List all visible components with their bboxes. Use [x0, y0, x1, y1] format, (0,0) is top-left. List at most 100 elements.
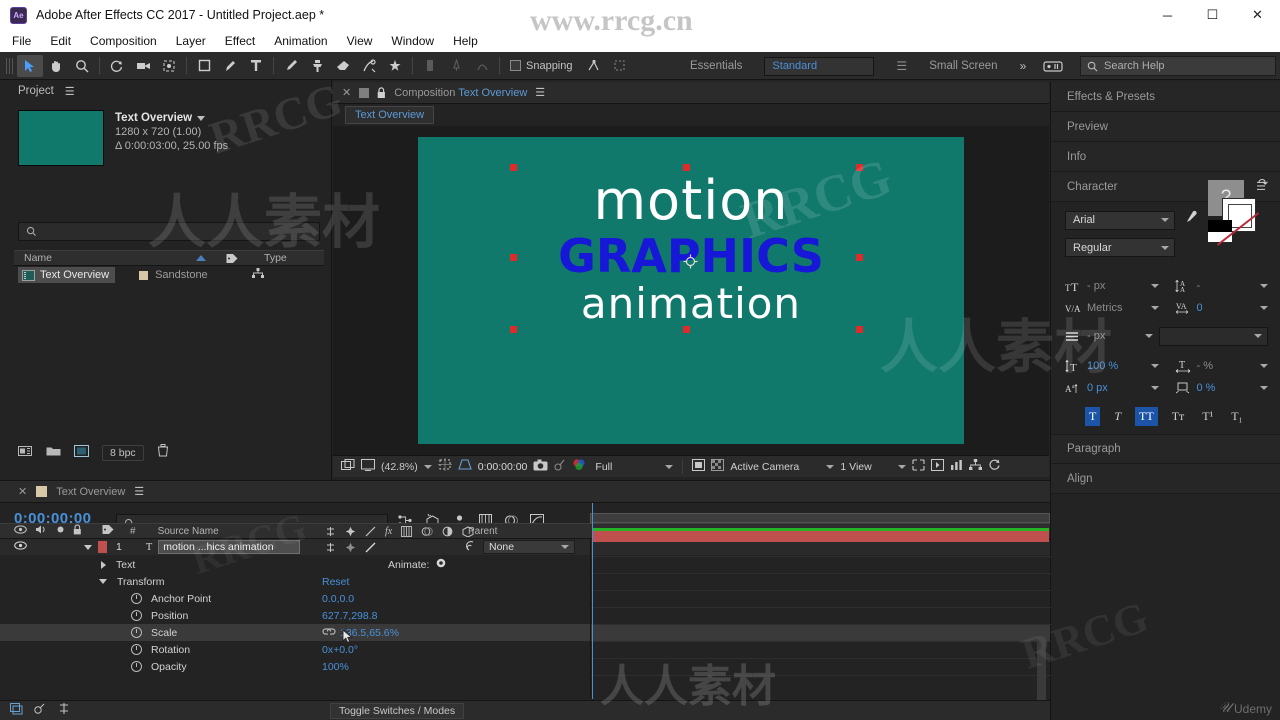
new-composition-icon[interactable] — [74, 444, 89, 462]
chevron-down-icon[interactable] — [1150, 284, 1159, 288]
property-value[interactable]: 100% — [322, 661, 349, 673]
align-panel[interactable]: Align — [1051, 464, 1280, 494]
composition-tab-label[interactable]: Composition Text Overview — [394, 87, 527, 99]
camera-tool-icon[interactable] — [130, 55, 156, 77]
layer-name[interactable]: motion ...hics animation — [158, 540, 301, 554]
layer-color-swatch[interactable] — [98, 541, 107, 553]
sort-ascending-icon[interactable] — [196, 255, 206, 261]
font-family-select[interactable]: Arial — [1065, 210, 1175, 230]
column-parent[interactable]: Parent — [468, 526, 497, 537]
fast-previews-icon[interactable] — [931, 458, 945, 476]
faux-italic-button[interactable]: T — [1110, 407, 1125, 426]
playhead-line[interactable] — [592, 503, 593, 699]
hand-tool-icon[interactable] — [43, 55, 69, 77]
workspace-standard[interactable]: Standard — [764, 56, 875, 76]
animate-menu-icon[interactable] — [436, 558, 446, 571]
new-folder-icon[interactable] — [18, 444, 33, 462]
selection-handle-tl[interactable] — [510, 164, 517, 171]
chevron-down-icon[interactable] — [1260, 284, 1268, 288]
tracking-field[interactable]: VA 0 — [1175, 301, 1268, 315]
comp-flowchart-icon[interactable] — [969, 458, 983, 476]
selection-handle-bl[interactable] — [510, 326, 517, 333]
close-tab-icon[interactable]: ✕ — [342, 86, 351, 99]
vertical-scale-field[interactable]: T 100 % — [1065, 359, 1159, 373]
menu-window[interactable]: Window — [391, 34, 434, 48]
align-snap-icon[interactable] — [581, 55, 607, 77]
kerning-field[interactable]: V/A Metrics — [1065, 302, 1159, 315]
stopwatch-icon[interactable] — [131, 661, 142, 672]
shape-tool-icon[interactable] — [191, 55, 217, 77]
pen-tool-icon[interactable] — [217, 55, 243, 77]
transform-box-icon[interactable] — [607, 55, 633, 77]
always-preview-icon[interactable] — [341, 458, 355, 476]
lock-icon[interactable] — [73, 524, 82, 538]
tsume-field[interactable]: 0 % — [1175, 381, 1268, 395]
close-button[interactable]: ✕ — [1235, 0, 1280, 30]
stopwatch-icon[interactable] — [131, 593, 142, 604]
chevron-down-icon[interactable] — [1150, 386, 1159, 390]
region-of-interest-icon[interactable] — [458, 458, 472, 476]
transform-reset-button[interactable]: Reset — [322, 576, 349, 588]
scale-link-icon[interactable] — [322, 627, 336, 639]
menu-composition[interactable]: Composition — [90, 34, 157, 48]
selection-tool-icon[interactable] — [17, 54, 43, 77]
transform-expand-triangle[interactable] — [99, 579, 107, 584]
reset-exposure-icon[interactable] — [988, 458, 1001, 476]
horizontal-scale-field[interactable]: T - % — [1175, 359, 1268, 373]
column-type[interactable]: Type — [258, 252, 318, 264]
leading-field[interactable]: AA - — [1174, 279, 1268, 293]
text-expand-triangle[interactable] — [101, 560, 106, 569]
project-item-name-cell[interactable]: Text Overview — [18, 267, 116, 283]
font-style-select[interactable]: Regular — [1065, 238, 1175, 257]
info-panel[interactable]: Info — [1051, 142, 1280, 172]
breadcrumb-item[interactable]: Text Overview — [345, 106, 435, 124]
roto-brush-tool-icon[interactable] — [356, 55, 382, 77]
pan-behind-tool-icon[interactable] — [156, 55, 182, 77]
workspace-menu-icon[interactable]: ☰ — [896, 59, 907, 73]
mask-tool-icon[interactable] — [417, 55, 443, 77]
zoom-chevron-icon[interactable] — [423, 464, 432, 469]
timeline-panel-menu-icon[interactable]: ☰ — [134, 485, 144, 498]
views-selector[interactable]: 1 View — [840, 461, 907, 473]
timeline-tab-name[interactable]: Text Overview — [56, 486, 125, 498]
chevron-down-icon[interactable] — [1150, 306, 1159, 310]
paragraph-panel[interactable]: Paragraph — [1051, 434, 1280, 464]
folder-icon[interactable] — [46, 444, 61, 462]
work-area-bar[interactable] — [590, 513, 1050, 523]
stopwatch-icon[interactable] — [131, 627, 142, 638]
column-source-name[interactable]: Source Name — [158, 526, 219, 537]
delete-icon[interactable] — [157, 444, 169, 462]
show-snapshot-icon[interactable] — [554, 458, 566, 476]
label-column-icon[interactable] — [102, 524, 114, 538]
current-time-display[interactable]: 0:00:00:00 — [478, 461, 528, 473]
chevron-down-icon[interactable] — [1260, 386, 1268, 390]
font-size-field[interactable]: TT - px — [1065, 280, 1159, 293]
toggle-mask-icon[interactable] — [692, 458, 706, 476]
search-help-field[interactable]: Search Help — [1080, 56, 1276, 76]
pin-tool-icon[interactable] — [443, 55, 469, 77]
eraser-tool-icon[interactable] — [330, 55, 356, 77]
workspace-overflow-icon[interactable]: » — [1020, 59, 1027, 73]
selection-handle-ml[interactable] — [510, 254, 517, 261]
stopwatch-icon[interactable] — [131, 610, 142, 621]
subscript-button[interactable]: T₁ — [1227, 407, 1247, 426]
transparency-grid-icon[interactable] — [711, 458, 725, 476]
toggle-switches-modes-button[interactable]: Toggle Switches / Modes — [330, 702, 465, 719]
superscript-button[interactable]: T¹ — [1198, 407, 1217, 426]
clone-stamp-tool-icon[interactable] — [304, 55, 330, 77]
label-color-swatch[interactable] — [139, 270, 149, 280]
text-tool-icon[interactable] — [243, 55, 269, 77]
selection-handle-tc[interactable] — [683, 164, 690, 171]
selection-handle-br[interactable] — [856, 326, 863, 333]
bend-tool-icon[interactable] — [469, 55, 495, 77]
audio-icon[interactable] — [35, 524, 48, 538]
zoom-level[interactable]: (42.8%) — [381, 461, 418, 473]
chevron-down-icon[interactable] — [1144, 334, 1153, 338]
chevron-down-icon[interactable] — [1150, 364, 1159, 368]
composition-stage[interactable]: motion GRAPHICS animation — [333, 126, 1049, 455]
stopwatch-icon[interactable] — [131, 644, 142, 655]
expand-collapse-icon[interactable] — [10, 702, 23, 720]
stroke-style-select[interactable] — [1158, 326, 1268, 346]
motion-path-icon[interactable] — [58, 702, 70, 720]
property-value[interactable]: 0.0,0.0 — [322, 593, 354, 605]
